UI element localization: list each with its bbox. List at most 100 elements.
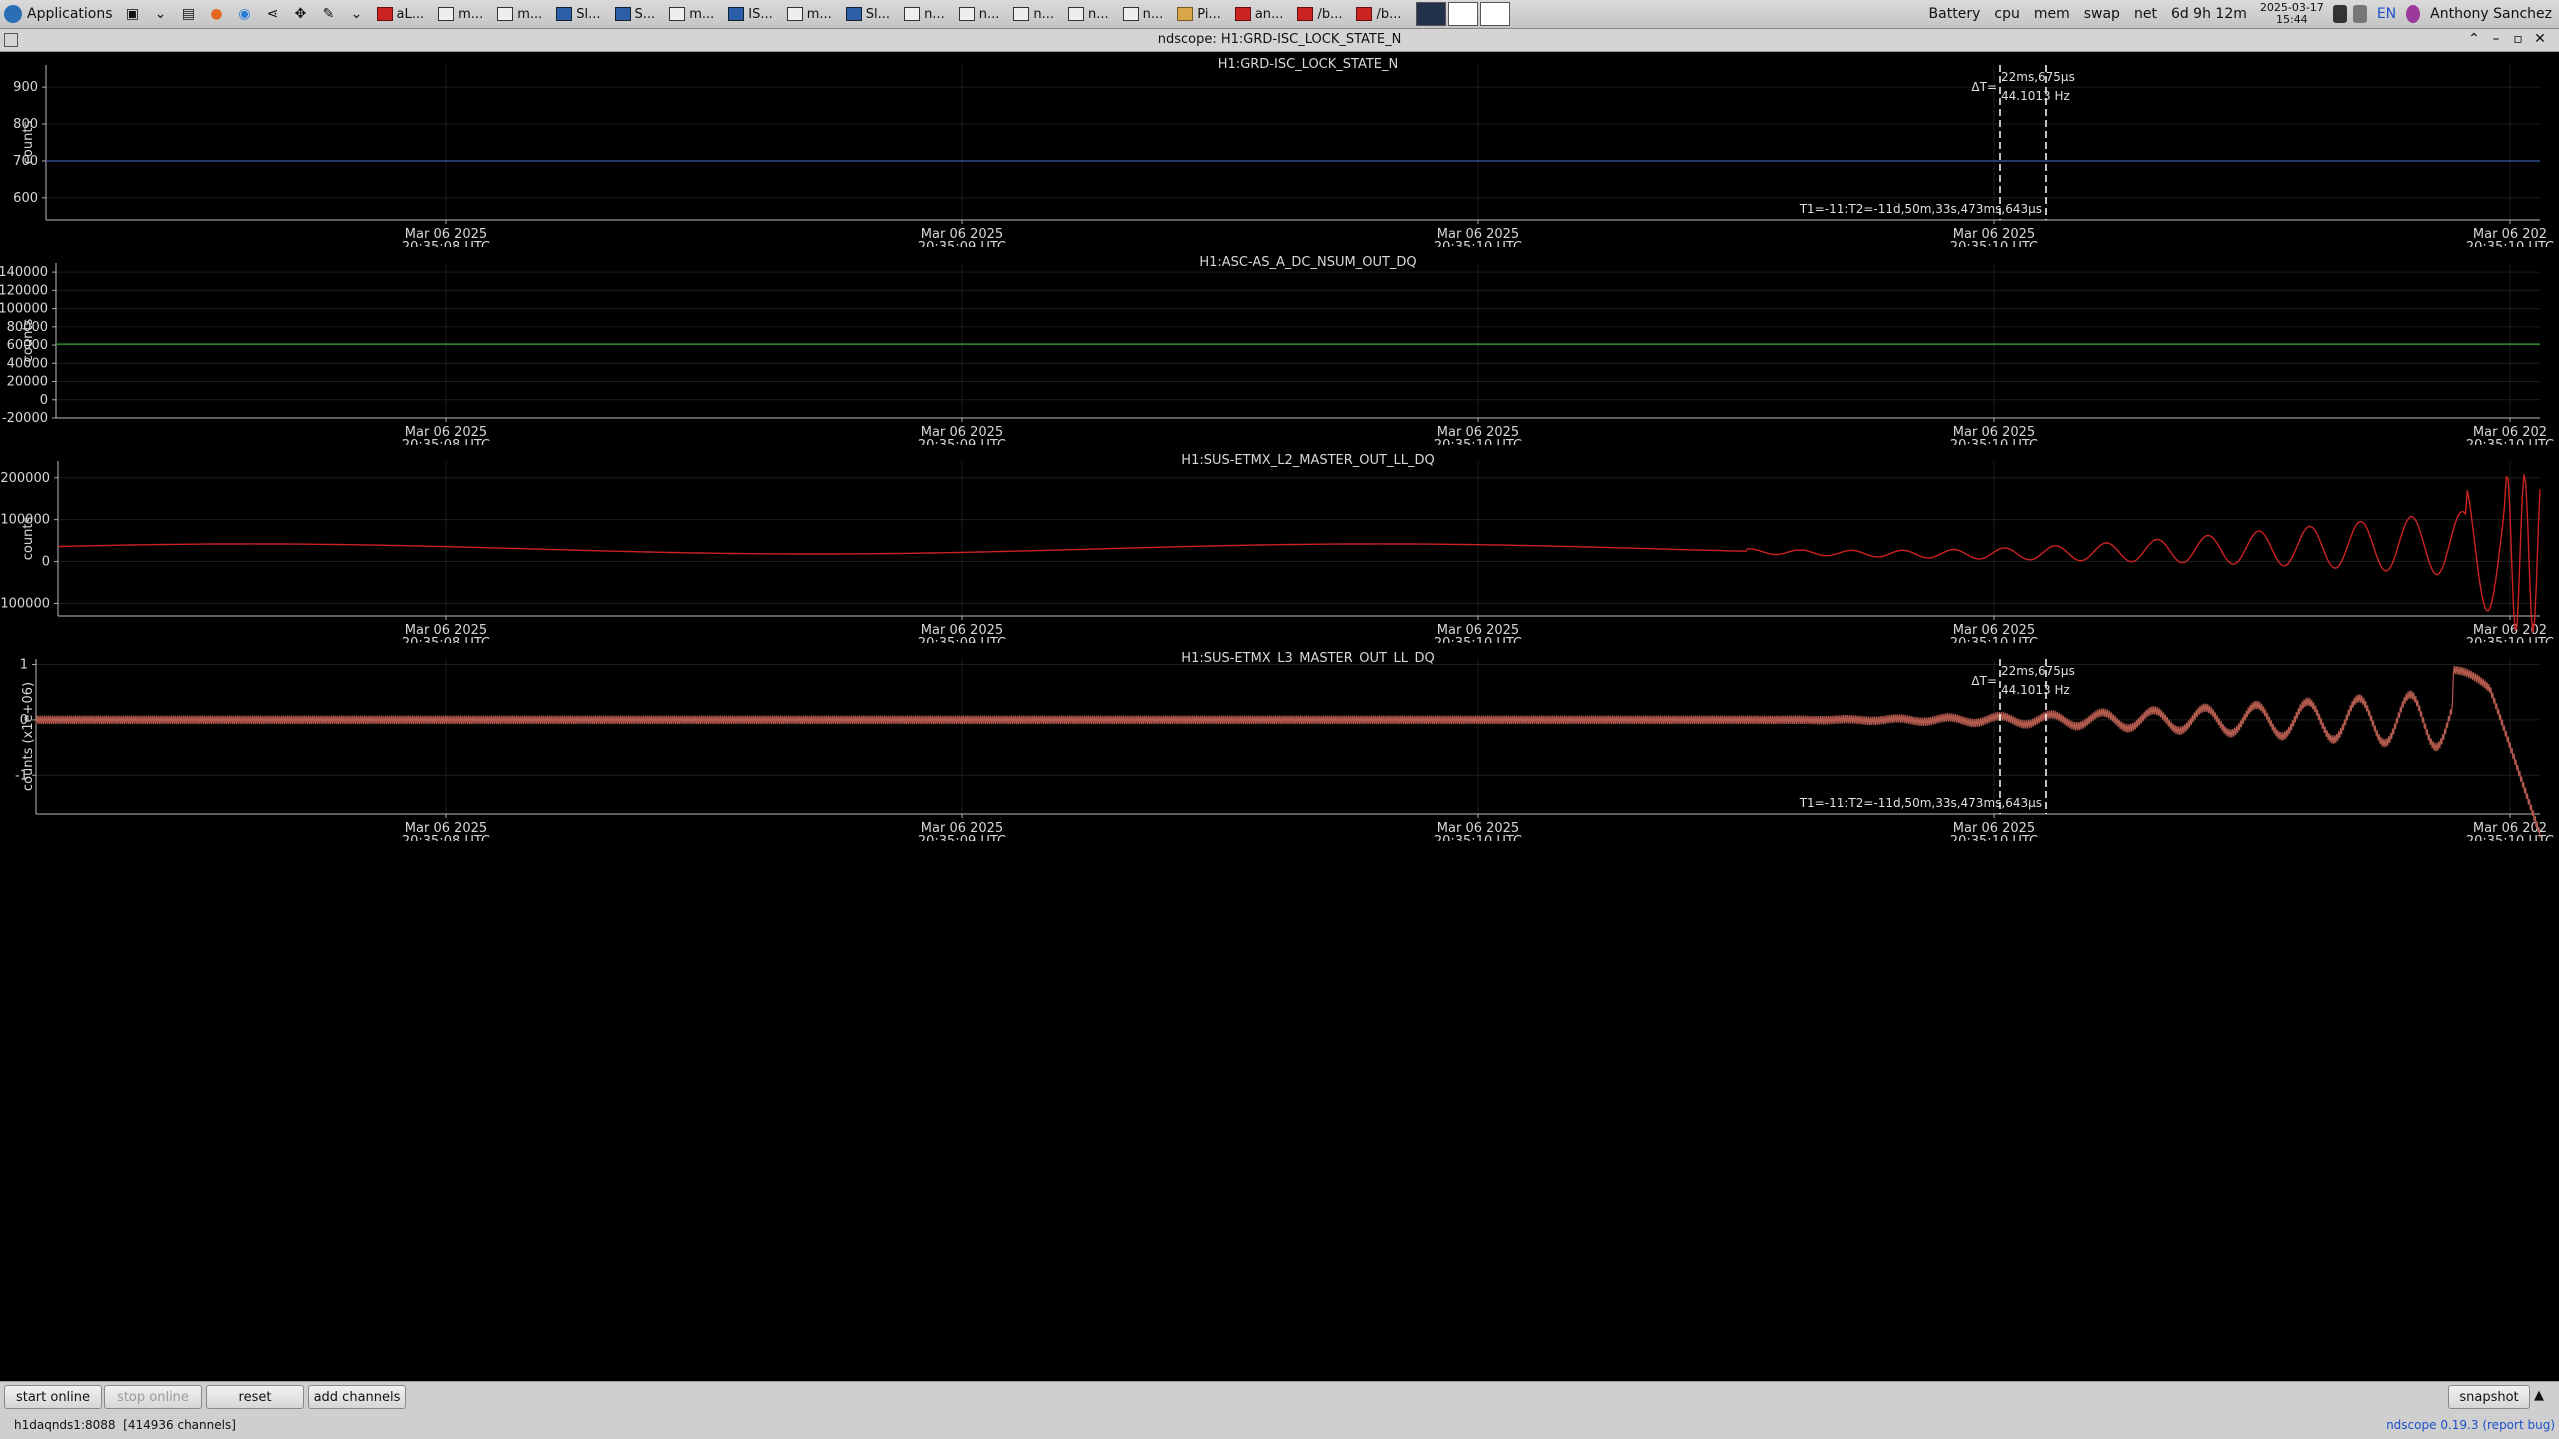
taskbar-task-label: /b...	[1376, 6, 1402, 22]
report-bug-link[interactable]: (report bug)	[2482, 1418, 2555, 1432]
window-icon	[1122, 7, 1139, 21]
taskbar-task[interactable]: Pi...	[1171, 2, 1227, 26]
clock-time: 15:44	[2275, 13, 2308, 26]
reset-button[interactable]: reset	[206, 1385, 304, 1409]
plot-title: H1:SUS-ETMX_L3_MASTER_OUT_LL_DQ	[1181, 651, 1434, 666]
y-tick-label: 600	[13, 191, 38, 206]
terminal-icon	[556, 7, 573, 21]
taskbar-task[interactable]: n...	[1062, 2, 1115, 26]
workspace-3[interactable]	[1479, 2, 1510, 26]
terminal-icon	[614, 7, 631, 21]
user-name[interactable]: Anthony Sanchez	[2423, 6, 2559, 22]
taskbar-task[interactable]: m...	[781, 2, 838, 26]
chrome-launcher-icon[interactable]: ◉	[234, 4, 256, 24]
taskbar-task[interactable]: n...	[898, 2, 951, 26]
taskbar-task-label: an...	[1254, 6, 1284, 22]
keyboard-layout[interactable]: EN	[2370, 6, 2403, 22]
minimize-icon[interactable]: –	[2485, 31, 2507, 47]
pdf-icon	[1297, 7, 1314, 21]
taskbar-task[interactable]: n...	[1007, 2, 1060, 26]
taskbar-task[interactable]: m...	[491, 2, 548, 26]
snapshot-button[interactable]: snapshot	[2448, 1385, 2530, 1409]
y-tick-label: 140000	[0, 265, 48, 280]
taskbar-task-label: n...	[978, 6, 1000, 22]
workspace-switcher[interactable]	[1415, 2, 1512, 26]
taskbar-task-label: m...	[458, 6, 484, 22]
plot-area[interactable]: H1:GRD-ISC_LOCK_STATE_N 900 800 700 600 count…	[0, 52, 2559, 1381]
taskbar-task[interactable]: m...	[663, 2, 720, 26]
window-title: ndscope: H1:GRD-ISC_LOCK_STATE_N	[1157, 32, 1402, 47]
tools-launcher-icon[interactable]: ✥	[290, 4, 312, 24]
y-axis-label: counts	[21, 121, 36, 165]
add-channels-button[interactable]: add channels	[308, 1385, 406, 1409]
window-icon	[904, 7, 921, 21]
expand-icon[interactable]: ▲	[2534, 1388, 2544, 1403]
chevron-down-icon[interactable]: ⌄	[150, 4, 172, 24]
cursor-dt-value: 22ms,675μs	[2001, 664, 2075, 678]
close-icon[interactable]: ✕	[2529, 31, 2551, 47]
cursor-time-label: T1=-11:T2=-11d,50m,33s,473ms,643μs	[1799, 796, 2042, 810]
taskbar-task[interactable]: Sl...	[840, 2, 896, 26]
taskbar-task-label: Pi...	[1197, 6, 1221, 22]
terminal-launcher-icon[interactable]: ▣	[122, 4, 144, 24]
taskbar-task-label: m...	[689, 6, 715, 22]
version-link[interactable]: 0.19.3	[2440, 1418, 2478, 1432]
files-launcher-icon[interactable]: ▤	[178, 4, 200, 24]
taskbar-task[interactable]: IS...	[722, 2, 778, 26]
y-tick-label: 120000	[0, 283, 48, 298]
taskbar-task-label: /b...	[1317, 6, 1343, 22]
firefox-icon	[376, 7, 393, 21]
shade-icon[interactable]: ⌃	[2463, 31, 2485, 47]
y-tick-label: -20000	[2, 411, 48, 426]
cpu-monitor[interactable]: cpu	[1987, 6, 2026, 22]
mem-monitor[interactable]: mem	[2027, 6, 2077, 22]
clock[interactable]: 2025-03-17 15:44	[2254, 2, 2330, 26]
y-axis-label: counts	[21, 319, 36, 363]
taskbar-task[interactable]: S...	[609, 2, 662, 26]
chevron-down-icon[interactable]: ⌄	[346, 4, 368, 24]
y-axis-label: counts	[21, 517, 36, 561]
reset-label: reset	[238, 1389, 272, 1405]
ndscope-link[interactable]: ndscope	[2386, 1418, 2436, 1432]
taskbar-task[interactable]: an...	[1229, 2, 1290, 26]
firefox-launcher-icon[interactable]: ●	[206, 4, 228, 24]
snapshot-label: snapshot	[2459, 1389, 2519, 1405]
cursor-freq-value: 44.1013 Hz	[2001, 89, 2070, 103]
taskbar-task-label: n...	[924, 6, 945, 22]
window-titlebar: ndscope: H1:GRD-ISC_LOCK_STATE_N ⌃ – ▫ ✕	[0, 29, 2559, 52]
bottom-toolbar: start online stop online reset add chann…	[0, 1381, 2559, 1412]
y-tick-label: 200000	[0, 471, 50, 486]
workspace-2[interactable]	[1447, 2, 1478, 26]
cursor-freq-value: 44.1013 Hz	[2001, 683, 2070, 697]
start-online-button[interactable]: start online	[4, 1385, 102, 1409]
power-icon[interactable]	[2332, 5, 2347, 23]
workspace-1[interactable]	[1415, 2, 1446, 26]
swap-monitor[interactable]: swap	[2077, 6, 2127, 22]
stop-online-button[interactable]: stop online	[104, 1385, 202, 1409]
applications-label: Applications	[27, 6, 113, 22]
network-icon[interactable]	[2352, 5, 2367, 23]
taskbar-task[interactable]: Sl...	[550, 2, 606, 26]
net-monitor[interactable]: net	[2127, 6, 2164, 22]
taskbar-task-label: IS...	[748, 6, 773, 22]
taskbar-task[interactable]: n...	[1117, 2, 1170, 26]
maximize-icon[interactable]: ▫	[2507, 31, 2529, 47]
taskbar-task[interactable]: n...	[953, 2, 1006, 26]
applications-menu[interactable]: Applications	[0, 0, 119, 28]
user-avatar-icon	[2406, 5, 2421, 23]
status-bar: h1daqnds1:8088 [414936 channels] ndscope…	[0, 1411, 2559, 1439]
battery-indicator[interactable]: Battery	[1922, 6, 1988, 22]
plot-panel-1: H1:GRD-ISC_LOCK_STATE_N900800700600count…	[0, 57, 2559, 259]
taskbar-task[interactable]: m...	[432, 2, 489, 26]
share-launcher-icon[interactable]: ⋖	[262, 4, 284, 24]
plot-panel-2: H1:ASC-AS_A_DC_NSUM_OUT_DQ 140000 120000 10…	[0, 255, 2559, 457]
window-icon	[1067, 7, 1084, 21]
taskbar-task[interactable]: aL...	[371, 2, 431, 26]
editor-launcher-icon[interactable]: ✎	[318, 4, 340, 24]
taskbar-task[interactable]: /b...	[1350, 2, 1407, 26]
taskbar-task-label: S...	[634, 6, 656, 22]
taskbar-task[interactable]: /b...	[1291, 2, 1348, 26]
y-tick-label: -100000	[0, 596, 50, 611]
cursor-dt-value: 22ms,675μs	[2001, 70, 2075, 84]
window-icon	[1013, 7, 1030, 21]
